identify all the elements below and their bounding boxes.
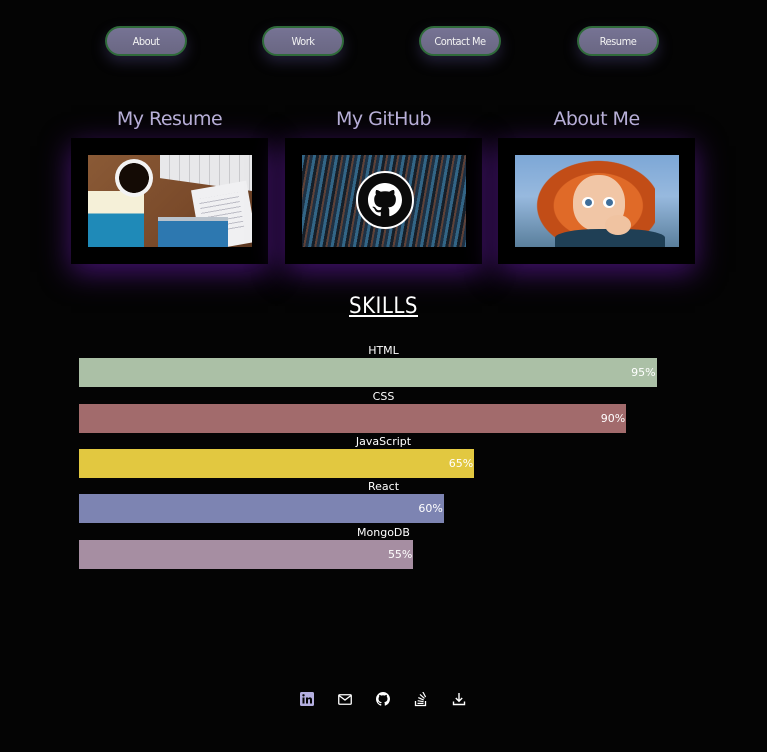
skill-label-css: CSS: [372, 390, 395, 403]
resume-desk-image: [87, 155, 252, 247]
skill-bar-javascript: 65%: [79, 449, 475, 478]
about-portrait-image: [514, 155, 679, 247]
nav-contact-button[interactable]: Contact Me: [419, 26, 501, 56]
email-icon[interactable]: [337, 691, 353, 707]
github-icon[interactable]: [375, 691, 391, 707]
skill-label-html: HTML: [368, 344, 399, 357]
skill-track-react: 60%: [79, 494, 687, 523]
skill-label-react: React: [367, 480, 400, 493]
about-card[interactable]: [498, 138, 695, 264]
skill-bar-css: 90%: [79, 404, 627, 433]
card-title-about: About Me: [553, 108, 640, 130]
skill-label-javascript: JavaScript: [355, 435, 412, 448]
skill-bar-html: 95%: [79, 358, 657, 387]
skill-bar-mongodb: 55%: [79, 540, 414, 569]
stackoverflow-icon[interactable]: [413, 691, 429, 707]
skill-track-javascript: 65%: [79, 449, 687, 478]
skill-percent-react: 60%: [418, 502, 443, 515]
skill-track-mongodb: 55%: [79, 540, 687, 569]
nav-resume-button[interactable]: Resume: [577, 26, 659, 56]
skill-bar-react: 60%: [79, 494, 444, 523]
download-icon[interactable]: [451, 691, 467, 707]
nav-about-button[interactable]: About: [105, 26, 187, 56]
card-title-github: My GitHub: [335, 108, 432, 130]
skills-heading: SKILLS: [349, 294, 418, 319]
linkedin-icon[interactable]: [299, 691, 315, 707]
github-octocat-icon: [355, 171, 414, 229]
skill-track-css: 90%: [79, 404, 687, 433]
skill-percent-html: 95%: [631, 366, 656, 379]
github-card[interactable]: [285, 138, 482, 264]
skill-track-html: 95%: [79, 358, 687, 387]
nav-work-button[interactable]: Work: [262, 26, 344, 56]
resume-card[interactable]: [71, 138, 268, 264]
portfolio-page: About Work Contact Me Resume My Resume M…: [0, 0, 767, 752]
skill-percent-javascript: 65%: [448, 457, 474, 470]
skill-percent-css: 90%: [600, 412, 626, 425]
card-title-resume: My Resume: [116, 108, 223, 130]
skill-label-mongodb: MongoDB: [357, 526, 410, 539]
github-code-image: [301, 155, 466, 247]
skill-percent-mongodb: 55%: [387, 548, 413, 561]
